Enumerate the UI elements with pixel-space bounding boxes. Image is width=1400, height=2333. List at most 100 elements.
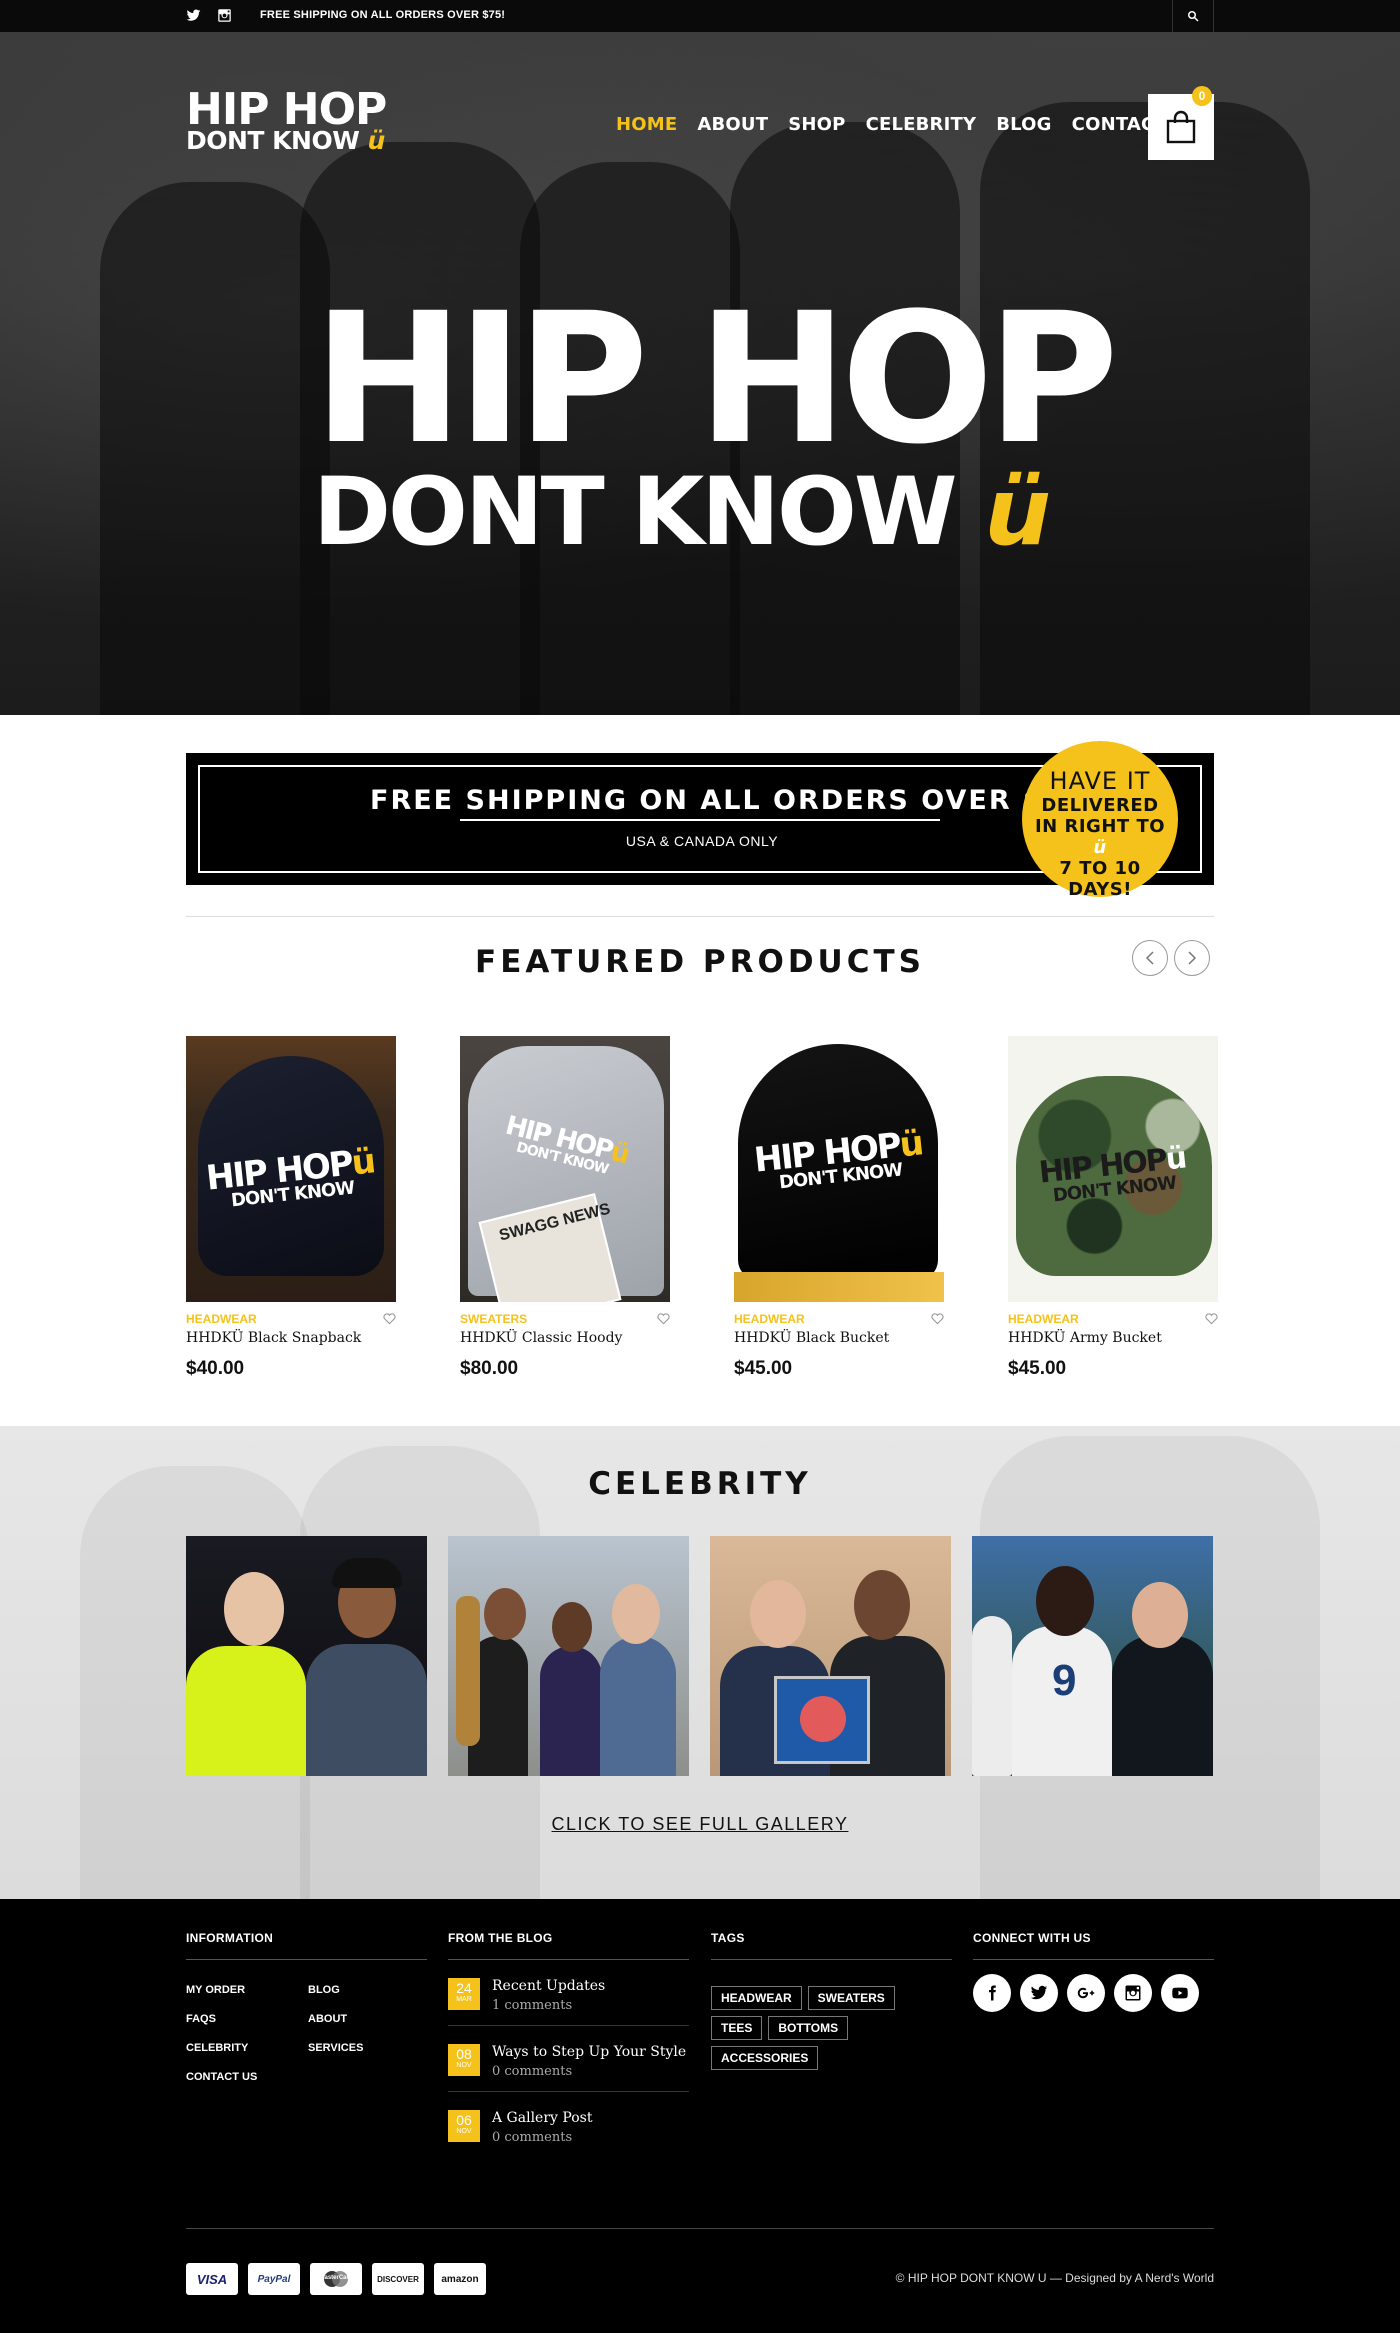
product-image[interactable]: HIP HOPü DON'T KNOW (186, 1036, 396, 1302)
twitter-icon[interactable] (186, 8, 201, 23)
blog-post-item[interactable]: 06 NOV A Gallery Post 0 comments (448, 2092, 689, 2157)
hero-title: HIP HOP DONT KNOW ü (313, 275, 1119, 560)
footer-divider (186, 2228, 1214, 2229)
hero-title-u: ü (984, 458, 1051, 567)
facebook-icon[interactable] (973, 1974, 1011, 2012)
section-divider (186, 916, 1214, 917)
footer-tags-heading: TAGS (711, 1931, 952, 1960)
carousel-prev-button[interactable] (1132, 940, 1168, 976)
instagram-icon[interactable] (217, 8, 232, 23)
footer-link-blog[interactable]: BLOG (308, 1984, 418, 1996)
product-category[interactable]: SWEATERS (460, 1312, 527, 1326)
product-category[interactable]: HEADWEAR (1008, 1312, 1079, 1326)
payment-methods: VISA PayPal MasterCard DISCOVER amazon (186, 2263, 486, 2295)
delivery-badge: HAVE IT DELIVERED IN RIGHT TO ü 7 TO 10 … (1022, 741, 1178, 900)
nav-blog[interactable]: BLOG (996, 114, 1051, 135)
nav-celebrity[interactable]: CELEBRITY (866, 114, 977, 135)
featured-products-list: HIP HOPü DON'T KNOW HEADWEAR HHDKÜ Black… (186, 1036, 1218, 1380)
product-card[interactable]: HIP HOPü DON'T KNOW HEADWEAR HHDKÜ Army … (1008, 1036, 1218, 1380)
tag-bottoms[interactable]: BOTTOMS (768, 2016, 849, 2040)
product-card[interactable]: HIP HOPü DON'T KNOW HEADWEAR HHDKÜ Black… (186, 1036, 396, 1380)
visa-card-icon: VISA (186, 2263, 238, 2295)
hero-title-line1: HIP HOP (313, 275, 1119, 484)
badge-mid-text: DELIVERED IN RIGHT TO (1034, 795, 1166, 837)
celebrity-photo[interactable] (710, 1536, 951, 1776)
footer-link-about[interactable]: ABOUT (308, 2013, 418, 2025)
chevron-left-icon (1145, 951, 1154, 965)
copyright-text: © HIP HOP DONT KNOW U — Designed by A Ne… (895, 2271, 1214, 2285)
footer-link-celebrity[interactable]: CELEBRITY (186, 2042, 308, 2054)
footer-connect: CONNECT WITH US (973, 1931, 1214, 2012)
amazon-icon: amazon (434, 2263, 486, 2295)
footer-link-faqs[interactable]: FAQS (186, 2013, 308, 2025)
main-nav: HOME ABOUT SHOP CELEBRITY BLOG CONTACT (616, 114, 1167, 135)
twitter-icon[interactable] (1020, 1974, 1058, 2012)
blog-post-item[interactable]: 08 NOV Ways to Step Up Your Style 0 comme… (448, 2026, 689, 2092)
topbar-shipping-text: FREE SHIPPING ON ALL ORDERS OVER $75! (260, 9, 506, 21)
google-plus-icon[interactable] (1067, 1974, 1105, 2012)
carousel-next-button[interactable] (1174, 940, 1210, 976)
nav-shop[interactable]: SHOP (788, 114, 845, 135)
site-footer: INFORMATION MY ORDER BLOG FAQS ABOUT CEL… (0, 1899, 1400, 2333)
footer-information: INFORMATION MY ORDER BLOG FAQS ABOUT CEL… (186, 1931, 427, 2083)
badge-u: ü (1093, 837, 1107, 858)
tag-headwear[interactable]: HEADWEAR (711, 1986, 802, 2010)
shipping-banner: FREE SHIPPING ON ALL ORDERS OVER $75 USA… (186, 741, 1214, 900)
footer-tags: TAGS HEADWEAR SWEATERS TEES BOTTOMS ACCE… (711, 1931, 952, 2070)
logo-line1: HIP HOP (186, 84, 387, 135)
post-comments: 0 comments (492, 2130, 573, 2145)
product-name[interactable]: HHDKÜ Black Bucket (734, 1330, 944, 1346)
footer-connect-heading: CONNECT WITH US (973, 1931, 1214, 1960)
product-card[interactable]: HIP HOPü DON'T KNOW HEADWEAR HHDKÜ Black… (734, 1036, 944, 1380)
paypal-icon: PayPal (248, 2263, 300, 2295)
heart-icon[interactable] (1205, 1313, 1218, 1325)
product-name[interactable]: HHDKÜ Army Bucket (1008, 1330, 1218, 1346)
celebrity-photo[interactable]: 9 (972, 1536, 1213, 1776)
product-card[interactable]: HIP HOPü DON'T KNOW SWAGG NEWS SWEATERS … (460, 1036, 670, 1380)
product-price: $45.00 (1008, 1358, 1067, 1379)
post-title[interactable]: A Gallery Post (492, 2110, 592, 2126)
product-name[interactable]: HHDKÜ Classic Hoody (460, 1330, 670, 1346)
celebrity-photos: 9 (186, 1536, 1213, 1776)
cart-button[interactable]: 0 (1148, 86, 1214, 160)
product-image[interactable]: HIP HOPü DON'T KNOW SWAGG NEWS (460, 1036, 670, 1302)
post-date-badge: 06 NOV (448, 2110, 480, 2142)
product-image[interactable]: HIP HOPü DON'T KNOW (1008, 1036, 1218, 1302)
instagram-icon[interactable] (1114, 1974, 1152, 2012)
youtube-icon[interactable] (1161, 1974, 1199, 2012)
heart-icon[interactable] (931, 1313, 944, 1325)
top-bar: FREE SHIPPING ON ALL ORDERS OVER $75! (0, 0, 1400, 32)
post-title[interactable]: Recent Updates (492, 1978, 605, 1994)
product-name[interactable]: HHDKÜ Black Snapback (186, 1330, 396, 1346)
heart-icon[interactable] (383, 1313, 396, 1325)
celebrity-photo[interactable] (186, 1536, 427, 1776)
tag-tees[interactable]: TEES (711, 2016, 763, 2040)
mastercard-icon: MasterCard (310, 2263, 362, 2295)
post-title[interactable]: Ways to Step Up Your Style (492, 2044, 686, 2060)
product-category[interactable]: HEADWEAR (186, 1312, 257, 1326)
search-button[interactable] (1172, 0, 1214, 32)
post-comments: 0 comments (492, 2064, 573, 2079)
footer-link-contact-us[interactable]: CONTACT US (186, 2071, 308, 2083)
cart-count-badge: 0 (1192, 86, 1212, 106)
nav-about[interactable]: ABOUT (697, 114, 768, 135)
tag-sweaters[interactable]: SWEATERS (807, 1986, 895, 2010)
logo-line2: DONT KNOW (186, 125, 360, 155)
footer-link-services[interactable]: SERVICES (308, 2042, 418, 2054)
celebrity-photo[interactable] (448, 1536, 689, 1776)
footer-link-my-order[interactable]: MY ORDER (186, 1984, 308, 1996)
product-price: $45.00 (734, 1358, 793, 1379)
product-image[interactable]: HIP HOPü DON'T KNOW (734, 1036, 944, 1302)
product-category[interactable]: HEADWEAR (734, 1312, 805, 1326)
heart-icon[interactable] (657, 1313, 670, 1325)
discover-icon: DISCOVER (372, 2263, 424, 2295)
site-logo[interactable]: HIP HOP DONT KNOW ü (186, 84, 387, 155)
topbar-social (186, 8, 232, 23)
post-comments: 1 comments (492, 1998, 573, 2013)
nav-home[interactable]: HOME (616, 114, 677, 135)
blog-post-item[interactable]: 24 MAR Recent Updates 1 comments (448, 1960, 689, 2026)
full-gallery-link[interactable]: CLICK TO SEE FULL GALLERY (186, 1814, 1214, 1835)
footer-information-heading: INFORMATION (186, 1931, 427, 1960)
badge-top-text: HAVE IT (1049, 767, 1151, 795)
tag-accessories[interactable]: ACCESSORIES (711, 2046, 819, 2070)
